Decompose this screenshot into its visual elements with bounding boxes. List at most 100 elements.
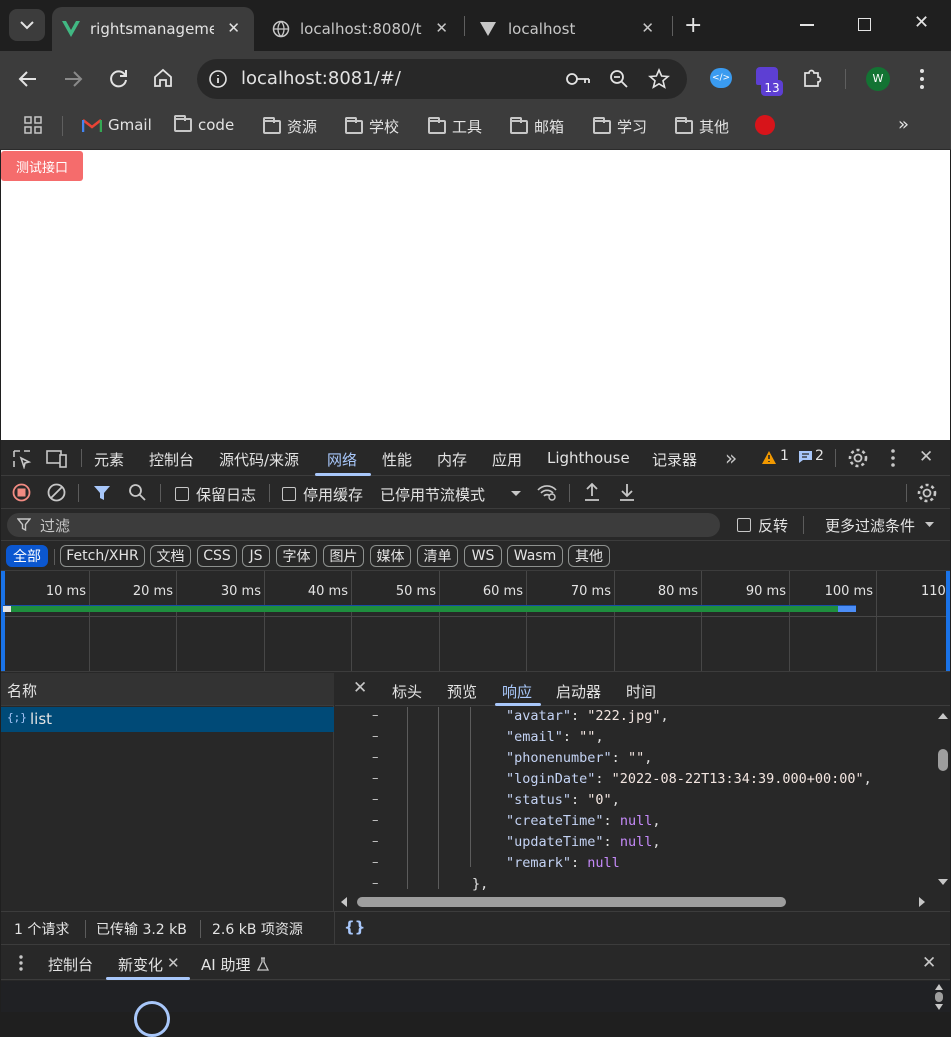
bookmark-star-icon[interactable] (648, 68, 670, 90)
site-info-icon[interactable] (208, 69, 228, 89)
tab-search-button[interactable] (9, 9, 45, 41)
drawer-tab-changes[interactable]: 新变化 (118, 954, 163, 975)
browser-tab[interactable]: localhost:8080/te ✕ (262, 7, 462, 51)
apps-grid-icon[interactable] (24, 116, 42, 134)
disable-cache-checkbox[interactable] (282, 487, 296, 501)
bookmark-folder-school[interactable]: 学校 (345, 116, 399, 137)
preserve-log-checkbox[interactable] (175, 487, 189, 501)
devtools-tab-sources[interactable]: 源代码/来源 (219, 449, 299, 470)
filter-input[interactable]: 过滤 (7, 513, 720, 537)
dropdown-arrow-icon[interactable] (510, 490, 522, 498)
close-drawer-tab-icon[interactable]: ✕ (167, 954, 180, 972)
profile-avatar[interactable]: W (866, 67, 890, 91)
bookmark-gmail[interactable]: Gmail (82, 116, 152, 134)
type-filter-css[interactable]: CSS (197, 545, 237, 567)
type-filter-fetch-xhr[interactable]: Fetch/XHR (60, 545, 145, 567)
details-tab-headers[interactable]: 标头 (392, 681, 422, 702)
devtools-tab-console[interactable]: 控制台 (149, 449, 194, 470)
new-tab-icon[interactable]: + (684, 13, 702, 38)
dropdown-arrow-icon[interactable] (924, 521, 935, 529)
close-drawer-icon[interactable]: ✕ (922, 953, 936, 973)
bookmark-folder-study[interactable]: 学习 (593, 116, 647, 137)
close-tab-icon[interactable]: ✕ (641, 19, 654, 37)
horizontal-scrollbar-thumb[interactable] (357, 897, 786, 907)
browser-menu-icon[interactable] (918, 68, 926, 90)
type-filter-img[interactable]: 图片 (323, 545, 364, 567)
url-text[interactable]: localhost:8081/#/ (241, 68, 401, 89)
drawer-scrollbar-thumb[interactable] (935, 992, 943, 1002)
bookmark-folder-mail[interactable]: 邮箱 (510, 116, 564, 137)
close-devtools-icon[interactable]: ✕ (919, 447, 933, 467)
password-key-icon[interactable] (565, 70, 591, 88)
preserve-log-label[interactable]: 保留日志 (196, 484, 256, 505)
scroll-right-icon[interactable] (917, 896, 927, 908)
details-tab-timing[interactable]: 时间 (626, 681, 656, 702)
throttling-select[interactable]: 已停用节流模式 (380, 484, 485, 505)
network-overview-timeline[interactable]: 10 ms 20 ms 30 ms 40 ms 50 ms 60 ms 70 m… (1, 571, 950, 672)
request-row[interactable]: {;} list (1, 707, 334, 732)
type-filter-all[interactable]: 全部 (6, 545, 48, 567)
type-filter-ws[interactable]: WS (464, 545, 502, 567)
timeline-right-handle[interactable] (946, 571, 950, 671)
timeline-left-handle[interactable] (1, 571, 5, 671)
devtools-tab-performance[interactable]: 性能 (382, 449, 412, 470)
back-icon[interactable] (18, 69, 38, 89)
drawer-tab-ai-assistant[interactable]: AI 助理 (201, 954, 250, 975)
bookmark-folder-resources[interactable]: 资源 (263, 116, 317, 137)
scroll-left-icon[interactable] (339, 896, 349, 908)
stop-recording-icon[interactable] (12, 483, 31, 502)
filter-funnel-icon[interactable] (93, 484, 111, 502)
type-filter-media[interactable]: 媒体 (370, 545, 411, 567)
more-tabs-icon[interactable]: » (725, 446, 737, 470)
settings-gear-icon[interactable] (847, 447, 869, 469)
browser-tab[interactable]: localhost ✕ (468, 7, 668, 51)
drawer-menu-icon[interactable] (18, 954, 24, 972)
invert-checkbox[interactable] (737, 518, 751, 532)
search-icon[interactable] (128, 483, 147, 502)
scroll-up-icon[interactable] (937, 711, 949, 721)
reload-icon[interactable] (108, 68, 130, 90)
vertical-scrollbar-thumb[interactable] (938, 749, 948, 771)
extensions-puzzle-icon[interactable] (801, 67, 823, 89)
minimize-icon[interactable] (800, 24, 814, 26)
type-filter-manifest[interactable]: 清单 (417, 545, 458, 567)
zoom-icon[interactable] (609, 69, 629, 89)
import-har-icon[interactable] (583, 482, 601, 502)
window-close-icon[interactable]: ✕ (914, 12, 929, 33)
bookmark-folder-tools[interactable]: 工具 (428, 116, 482, 137)
response-viewer[interactable]: – "avatar": "222.jpg", – "email": "", – "phon… (335, 707, 950, 911)
inspect-element-icon[interactable] (12, 449, 32, 469)
details-tab-preview[interactable]: 预览 (447, 681, 477, 702)
device-toolbar-icon[interactable] (46, 449, 68, 469)
warning-icon[interactable] (761, 450, 777, 465)
devtools-menu-icon[interactable] (889, 448, 897, 468)
maximize-icon[interactable] (858, 18, 871, 31)
pretty-print-button[interactable]: {} (344, 918, 365, 936)
clear-icon[interactable] (47, 483, 66, 502)
extension-devtools-icon[interactable]: </> (710, 68, 732, 88)
drawer-tab-console[interactable]: 控制台 (48, 954, 93, 975)
browser-tab-active[interactable]: rightsmanageme ✕ (52, 7, 254, 51)
disable-cache-label[interactable]: 停用缓存 (303, 484, 363, 505)
devtools-tab-recorder[interactable]: 记录器 (652, 449, 697, 470)
close-details-icon[interactable]: ✕ (353, 678, 367, 698)
invert-label[interactable]: 反转 (758, 515, 788, 536)
bookmark-red-site-icon[interactable] (755, 115, 775, 135)
network-settings-gear-icon[interactable] (916, 482, 938, 504)
devtools-tab-lighthouse[interactable]: Lighthouse (547, 449, 630, 467)
test-api-button[interactable]: 测试接口 (1, 151, 83, 181)
network-conditions-icon[interactable] (536, 482, 558, 502)
messages-count[interactable]: 2 (815, 448, 824, 464)
home-icon[interactable] (152, 67, 174, 89)
address-bar[interactable]: localhost:8081/#/ (197, 59, 687, 99)
type-filter-js[interactable]: JS (242, 545, 270, 567)
bookmark-folder-other[interactable]: 其他 (675, 116, 729, 137)
close-tab-icon[interactable]: ✕ (435, 19, 448, 37)
devtools-tab-elements[interactable]: 元素 (94, 449, 124, 470)
devtools-tab-application[interactable]: 应用 (492, 449, 522, 470)
details-tab-response[interactable]: 响应 (502, 681, 532, 702)
name-column-header[interactable]: 名称 (1, 673, 334, 706)
type-filter-doc[interactable]: 文档 (150, 545, 191, 567)
close-tab-icon[interactable]: ✕ (227, 19, 240, 37)
devtools-tab-network[interactable]: 网络 (327, 449, 357, 470)
